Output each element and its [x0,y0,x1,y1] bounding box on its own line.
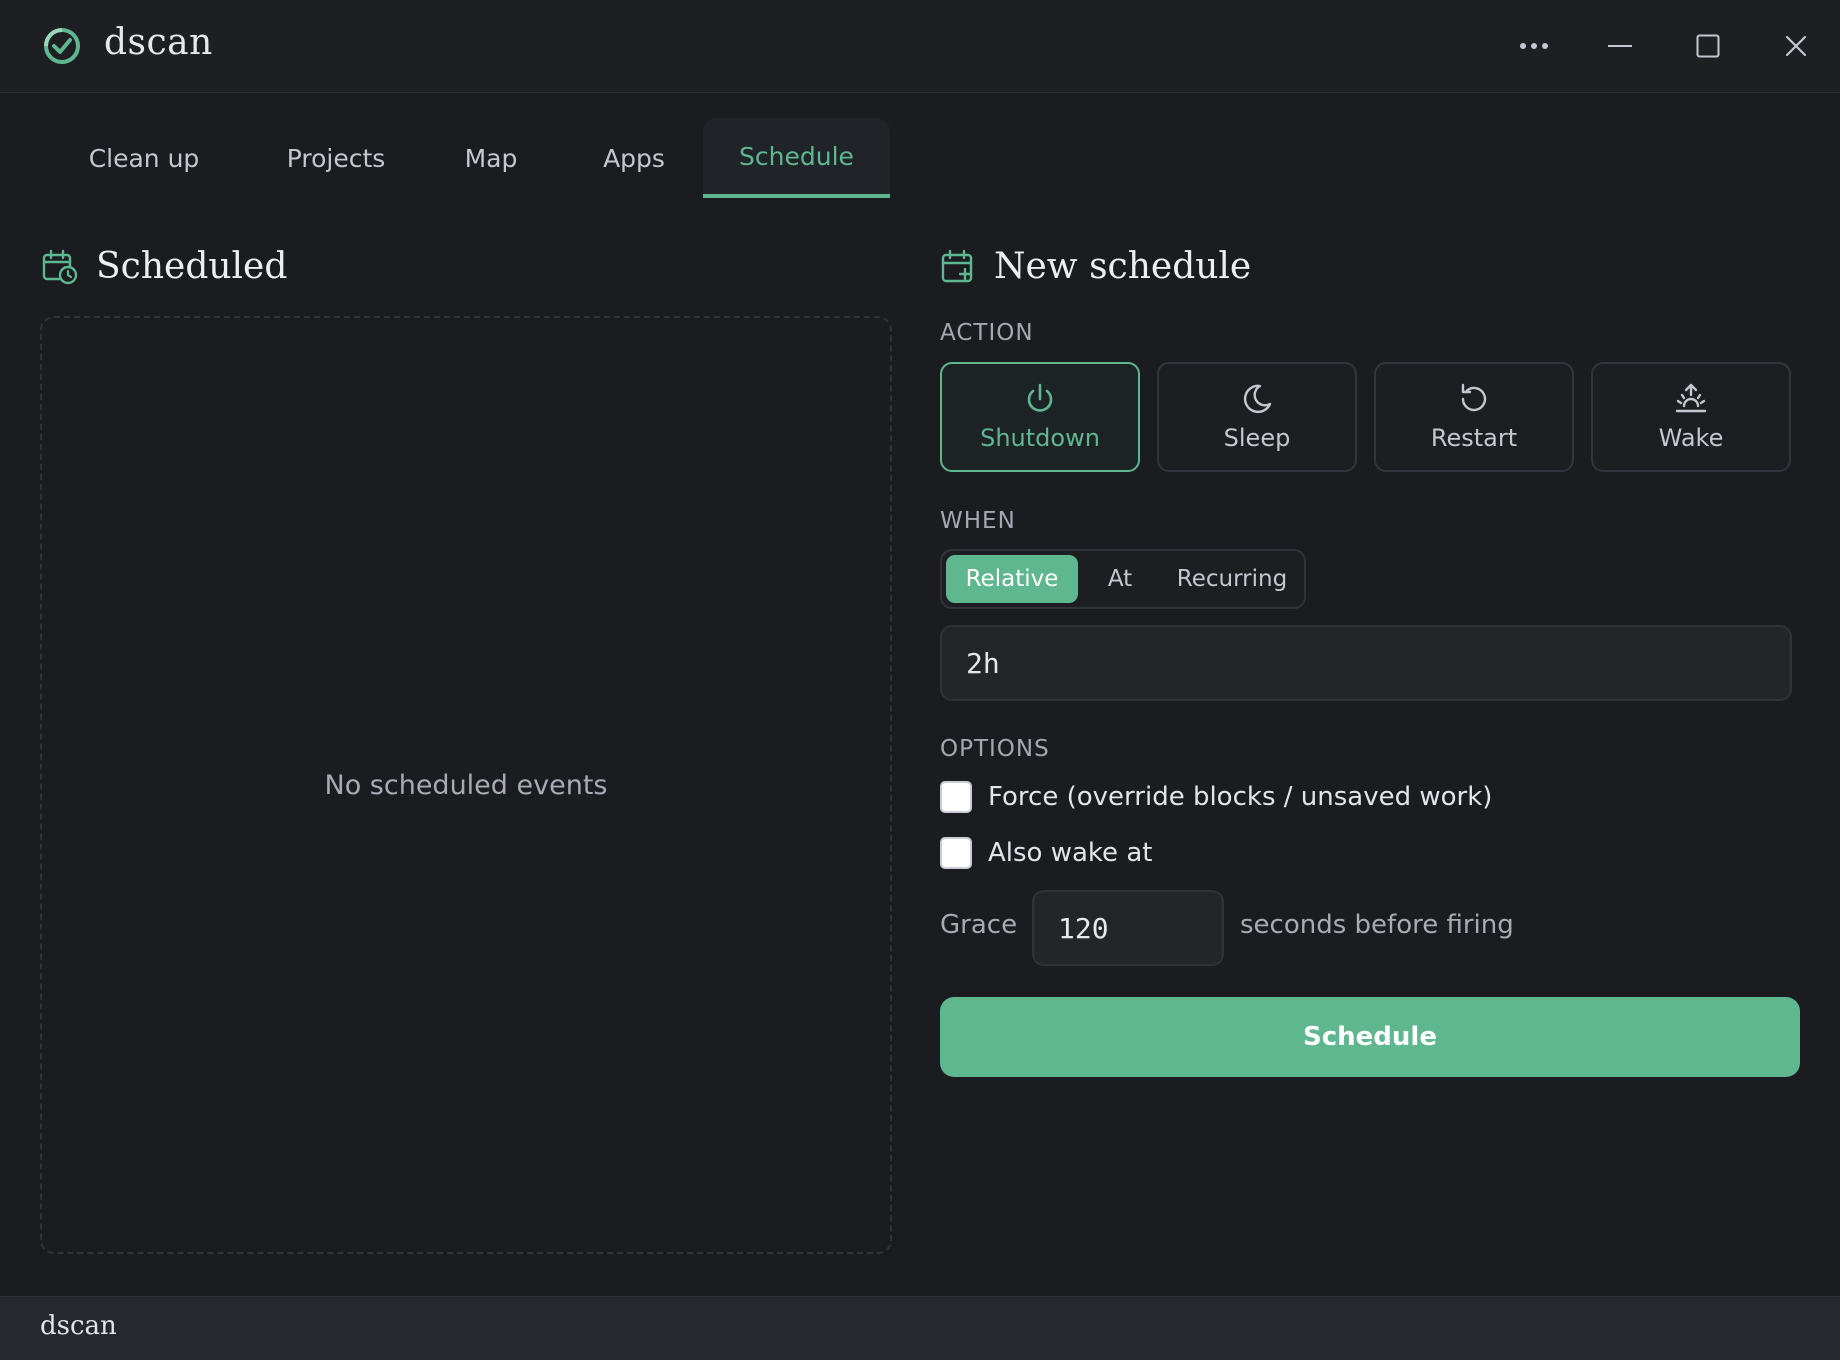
tab-map[interactable]: Map [436,118,546,198]
action-restart-label: Restart [1430,424,1518,452]
tab-schedule[interactable]: Schedule [703,118,890,198]
action-sleep-button[interactable]: Sleep [1157,362,1357,472]
close-button[interactable] [1778,28,1814,64]
close-icon [1785,35,1807,57]
also-wake-checkbox[interactable] [940,837,972,869]
app-title: dscan [104,22,213,63]
option-also-wake-row: Also wake at [940,837,1152,869]
action-sleep-label: Sleep [1223,424,1291,452]
options-label: OPTIONS [940,736,1050,762]
force-checkbox[interactable] [940,781,972,813]
maximize-icon [1696,34,1720,58]
grace-seconds-input[interactable] [1032,890,1224,966]
when-value-input[interactable] [940,625,1792,701]
when-label: WHEN [940,508,1016,534]
schedule-submit-button[interactable]: Schedule [940,997,1800,1077]
force-checkbox-label: Force (override blocks / unsaved work) [988,782,1493,812]
scheduled-events-list: No scheduled events [40,316,892,1254]
action-shutdown-button[interactable]: Shutdown [940,362,1140,472]
calendar-plus-icon [941,249,973,282]
scheduled-heading: Scheduled [42,246,287,287]
new-schedule-heading: New schedule [940,246,1251,287]
new-schedule-title: New schedule [994,246,1252,287]
status-bar-text: dscan [40,1311,117,1341]
empty-state-text: No scheduled events [324,769,608,801]
status-bar: dscan [0,1296,1840,1360]
minimize-button[interactable] [1602,28,1638,64]
action-wake-label: Wake [1658,424,1724,452]
action-wake-button[interactable]: Wake [1591,362,1791,472]
title-bar: dscan [0,0,1840,93]
sunrise-icon [1675,383,1707,413]
maximize-button[interactable] [1690,28,1726,64]
more-horizontal-icon [1520,43,1548,49]
restart-icon [1461,383,1487,412]
tab-projects[interactable]: Projects [252,118,420,198]
more-options-button[interactable] [1516,28,1552,64]
when-mode-recurring[interactable]: Recurring [1164,555,1300,603]
action-restart-button[interactable]: Restart [1374,362,1574,472]
tab-apps[interactable]: Apps [574,118,694,198]
grace-suffix-text: seconds before firing [1240,910,1514,940]
scheduled-title: Scheduled [96,246,288,287]
when-mode-at[interactable]: At [1084,555,1156,603]
also-wake-checkbox-label: Also wake at [988,838,1153,868]
when-mode-segmented-control: Relative At Recurring [940,549,1306,609]
calendar-clock-icon [42,249,78,284]
app-logo-icon [44,28,80,64]
power-icon [1027,383,1053,412]
option-force-row: Force (override blocks / unsaved work) [940,781,1492,813]
minimize-icon [1608,45,1632,47]
when-mode-relative[interactable]: Relative [946,555,1078,603]
moon-icon [1243,384,1272,414]
grace-label: Grace [940,910,1018,940]
tab-clean-up[interactable]: Clean up [64,118,224,198]
action-label: ACTION [940,320,1034,346]
action-shutdown-label: Shutdown [980,424,1100,452]
